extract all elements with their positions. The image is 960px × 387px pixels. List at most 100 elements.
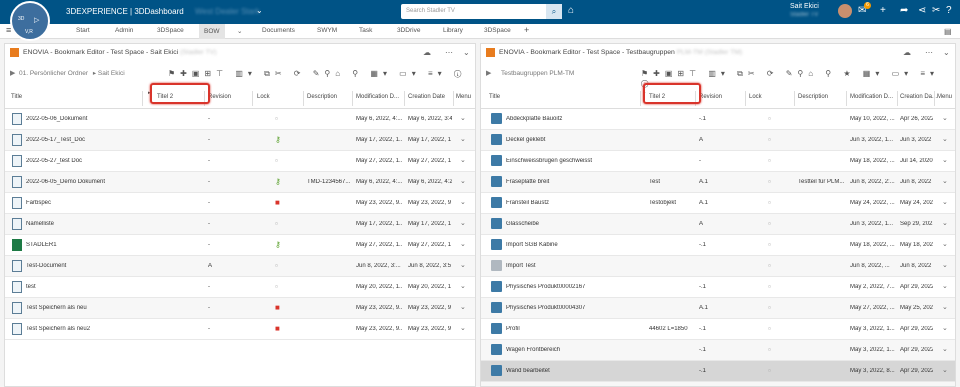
chevron-down-icon[interactable]: ⌄ bbox=[942, 261, 948, 269]
chevron-down-icon[interactable]: ⌄ bbox=[943, 48, 950, 57]
unlock-icon[interactable]: ▫ bbox=[768, 261, 771, 270]
chevron-down-icon[interactable]: ⌄ bbox=[460, 303, 466, 311]
chevron-down-icon[interactable]: ⌄ bbox=[942, 114, 948, 122]
chevron-down-icon[interactable]: ⌄ bbox=[942, 156, 948, 164]
dashboard-name[interactable]: West Dealer Stark bbox=[195, 7, 260, 16]
unlock-icon[interactable]: ▫ bbox=[768, 366, 771, 375]
add-icon[interactable]: + bbox=[880, 5, 886, 17]
table-row[interactable]: STADLER1 - ⚷ May 27, 2022, 1... May 27, 2022… bbox=[5, 235, 475, 256]
col-revision[interactable]: Revision bbox=[699, 94, 722, 100]
search-icon[interactable]: ⌕ bbox=[546, 4, 562, 19]
title-cell[interactable]: Physisches Produkt00002167 bbox=[506, 284, 639, 290]
title-cell[interactable]: Farbspec bbox=[26, 200, 138, 206]
col-lock[interactable]: Lock bbox=[257, 94, 270, 100]
help-icon[interactable]: ? bbox=[946, 5, 952, 17]
key-icon[interactable]: ⚷ bbox=[275, 177, 281, 186]
title-cell[interactable]: Test-Document bbox=[26, 263, 138, 269]
comment-icon[interactable]: ▤ bbox=[944, 27, 952, 36]
chevron-down-icon[interactable]: ⌄ bbox=[942, 240, 948, 248]
title-cell[interactable]: Fraseplatte breit bbox=[506, 179, 639, 185]
unlock-icon[interactable]: ▫ bbox=[275, 282, 278, 291]
chevron-down-icon[interactable]: ⌄ bbox=[942, 219, 948, 227]
tab-3dspace[interactable]: 3DSpace bbox=[157, 27, 184, 34]
title-cell[interactable]: 2022-05-17_Test_Doc bbox=[26, 137, 138, 143]
title-cell[interactable]: Fransteil Baustz bbox=[506, 200, 639, 206]
col-lock[interactable]: Lock bbox=[749, 94, 762, 100]
col-revision[interactable]: Revision bbox=[208, 94, 231, 100]
title-cell[interactable]: STADLER1 bbox=[26, 242, 138, 248]
tab-3dspace-2[interactable]: 3DSpace bbox=[484, 27, 511, 34]
table-row[interactable]: Physisches Produkt00004307 A.1 ▫ May 27, 20… bbox=[481, 298, 955, 319]
share-icon[interactable]: ➦ bbox=[900, 5, 908, 17]
table-row[interactable]: Profil 44602 L=1850 -.1 ▫ May 3, 2022, 1... A… bbox=[481, 319, 955, 340]
user-name[interactable]: Sait Ekici bbox=[790, 3, 819, 10]
unlock-icon[interactable]: ▫ bbox=[275, 114, 278, 123]
more-icon[interactable]: ⋯ bbox=[925, 48, 933, 57]
col-modification[interactable]: Modification D... bbox=[850, 94, 893, 100]
search-input[interactable]: Search Stadler TV bbox=[401, 4, 562, 19]
network-icon[interactable]: ⋖ bbox=[918, 5, 926, 17]
tools-icon[interactable]: ✂ bbox=[932, 5, 940, 17]
chevron-down-icon[interactable]: ⌄ bbox=[460, 198, 466, 206]
chevron-down-icon[interactable]: ⌄ bbox=[942, 135, 948, 143]
title-cell[interactable]: Profil bbox=[506, 326, 639, 332]
key-icon[interactable]: ⚷ bbox=[275, 240, 281, 249]
unlock-icon[interactable]: ▫ bbox=[768, 177, 771, 186]
tab-swym[interactable]: SWYM bbox=[317, 27, 337, 34]
unlock-icon[interactable]: ▫ bbox=[768, 303, 771, 312]
chevron-down-icon[interactable]: ⌄ bbox=[460, 282, 466, 290]
chevron-down-icon[interactable]: ⌄ bbox=[942, 324, 948, 332]
table-row[interactable]: Wagen Frontbereich -.1 ▫ May 3, 2022, 1... A… bbox=[481, 340, 955, 361]
table-row[interactable]: 2022-05-17_Test_Doc - ⚷ May 17, 2022, 1... M… bbox=[5, 130, 475, 151]
chevron-down-icon[interactable]: ⌄ bbox=[460, 114, 466, 122]
col-menu[interactable]: Menu bbox=[456, 94, 471, 100]
unlock-icon[interactable]: ▫ bbox=[275, 219, 278, 228]
chevron-down-icon[interactable]: ⌄ bbox=[237, 27, 242, 35]
col-title[interactable]: Title bbox=[489, 94, 500, 100]
table-row[interactable]: Abdeckplatte Bauoitz -.1 ▫ May 10, 2022, ..… bbox=[481, 109, 955, 130]
chevron-down-icon[interactable]: ⌄ bbox=[460, 156, 466, 164]
more-icon[interactable]: ⋯ bbox=[445, 48, 453, 57]
tab-3ddrive[interactable]: 3DDrive bbox=[397, 27, 420, 34]
chevron-down-icon[interactable]: ⌄ bbox=[460, 135, 466, 143]
col-creation[interactable]: Creation Date bbox=[408, 94, 445, 100]
unlock-icon[interactable]: ▫ bbox=[768, 219, 771, 228]
title-cell[interactable]: Einschweissbrugen geschweisst bbox=[506, 158, 639, 164]
tab-admin[interactable]: Admin bbox=[115, 27, 133, 34]
table-row[interactable]: Wand bearbeitet -.1 ▫ May 3, 2022, 8... Apr … bbox=[481, 361, 955, 382]
unlock-icon[interactable]: ▫ bbox=[275, 156, 278, 165]
title-cell[interactable]: Namelliste bbox=[26, 221, 138, 227]
title-cell[interactable]: 2022-05-27_test Doc bbox=[26, 158, 138, 164]
table-row[interactable]: Fraseplatte breit Test A.1 ▫ Testteil für PL… bbox=[481, 172, 955, 193]
chevron-down-icon[interactable]: ⌄ bbox=[460, 177, 466, 185]
table-row[interactable]: Test-Document A ▫ Jun 8, 2022, 3:... Jun 8, … bbox=[5, 256, 475, 277]
tab-task[interactable]: Task bbox=[359, 27, 372, 34]
table-row[interactable]: Deckel geklebt A ▫ Jun 3, 2022, 1... Jun 3, … bbox=[481, 130, 955, 151]
chevron-down-icon[interactable]: ⌄ bbox=[942, 177, 948, 185]
title-cell[interactable]: Deckel geklebt bbox=[506, 137, 639, 143]
panel-toolbar[interactable]: ⚑✚▣⊞⊤ ▥▾ ⧉✂ ⟳ ✎⚲⌂ ⚲ ▦▾ ▭▾ ≡▾ ⓘ bbox=[168, 69, 466, 79]
tab-documents[interactable]: Documents bbox=[262, 27, 295, 34]
add-tab-icon[interactable]: + bbox=[524, 25, 529, 35]
compass-icon[interactable]: 3D ▷ V,R bbox=[10, 1, 50, 41]
title-cell[interactable]: test bbox=[26, 284, 138, 290]
unlock-icon[interactable]: ▫ bbox=[768, 156, 771, 165]
col-description[interactable]: Description bbox=[307, 94, 337, 100]
title-cell[interactable]: Import SGB Kabine bbox=[506, 242, 639, 248]
unlock-icon[interactable]: ▫ bbox=[768, 198, 771, 207]
unlock-icon[interactable]: ▫ bbox=[768, 282, 771, 291]
lock-icon[interactable]: ■ bbox=[275, 303, 280, 312]
tab-bow[interactable]: BOW bbox=[199, 24, 225, 39]
table-row[interactable]: test - ▫ May 20, 2022, 1... May 20, 2022, 1 ⌄ bbox=[5, 277, 475, 298]
avatar[interactable] bbox=[838, 4, 852, 18]
unlock-icon[interactable]: ▫ bbox=[768, 240, 771, 249]
tag-icon[interactable]: ⌂ bbox=[568, 5, 574, 17]
chevron-down-icon[interactable]: ⌄ bbox=[460, 219, 466, 227]
col-menu[interactable]: Menu bbox=[937, 94, 952, 100]
table-row[interactable]: 2022-05-27_test Doc - ▫ May 27, 2022, 1... M… bbox=[5, 151, 475, 172]
col-modification[interactable]: Modification D... bbox=[356, 94, 399, 100]
table-row[interactable]: Fransteil Baustz Testobjekt A.1 ▫ May 24, 20… bbox=[481, 193, 955, 214]
chevron-down-icon[interactable]: ⌄ bbox=[942, 198, 948, 206]
table-row[interactable]: 2022-06-05_Demo Dokument - ⚷ TMD-1234567...… bbox=[5, 172, 475, 193]
chevron-down-icon[interactable]: ⌄ bbox=[942, 282, 948, 290]
